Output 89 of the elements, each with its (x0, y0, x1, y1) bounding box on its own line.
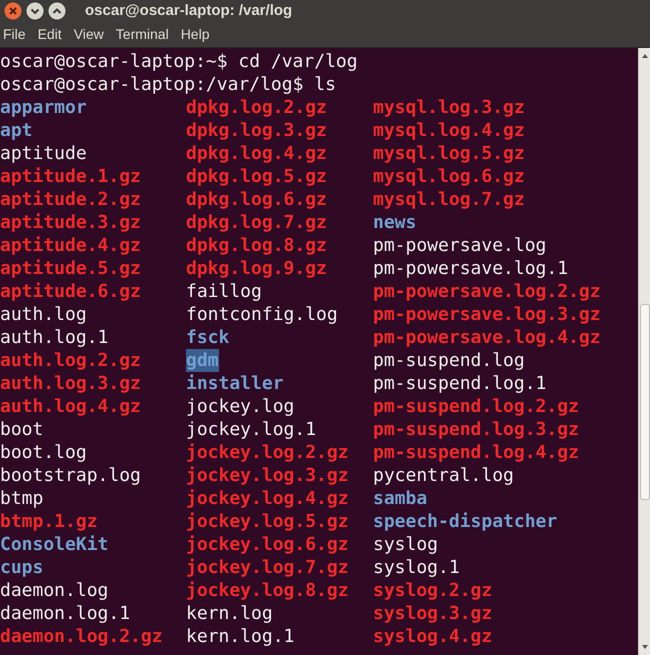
window-title: oscar@oscar-laptop: /var/log (85, 0, 292, 21)
command: cd /var/log (238, 50, 358, 73)
file-name: mysql.log.4.gz (373, 119, 525, 142)
file-name: fontconfig.log (186, 303, 338, 326)
file-name: pm-suspend.log.3.gz (373, 418, 579, 441)
file-name: pm-suspend.log.1 (373, 372, 546, 395)
file-name: dpkg.log.9.gz (186, 257, 327, 280)
file-name: jockey.log.3.gz (186, 464, 349, 487)
menu-item[interactable]: File (3, 24, 26, 45)
file-name: gdm (186, 349, 219, 372)
file-name: boot (0, 418, 44, 441)
file-name: aptitude.3.gz (0, 211, 141, 234)
file-name: auth.log.3.gz (0, 372, 141, 395)
file-name: fsck (186, 326, 230, 349)
file-name: mysql.log.3.gz (373, 96, 525, 119)
file-name: kern.log (186, 602, 273, 625)
file-name: jockey.log.2.gz (186, 441, 349, 464)
file-name: jockey.log.8.gz (186, 579, 349, 602)
scroll-up-icon[interactable] (640, 52, 648, 60)
file-name: dpkg.log.7.gz (186, 211, 327, 234)
file-name: dpkg.log.8.gz (186, 234, 327, 257)
file-name: auth.log (0, 303, 87, 326)
menu-item[interactable]: Edit (38, 24, 62, 45)
file-name: pycentral.log (373, 464, 514, 487)
prompt: oscar@oscar-laptop:~$ (0, 50, 228, 73)
scrollbar[interactable] (638, 48, 650, 655)
file-name: pm-powersave.log.4.gz (373, 326, 601, 349)
file-name: daemon.log.1 (0, 602, 130, 625)
file-name: jockey.log.7.gz (186, 556, 349, 579)
file-name: auth.log.4.gz (0, 395, 141, 418)
file-name: ConsoleKit (0, 533, 108, 556)
file-name: aptitude.6.gz (0, 280, 141, 303)
file-name: apparmor (0, 96, 87, 119)
file-name: jockey.log.4.gz (186, 487, 349, 510)
file-name: cups (0, 556, 44, 579)
close-icon[interactable] (4, 2, 22, 20)
file-name: dpkg.log.2.gz (186, 96, 327, 119)
file-name: btmp.1.gz (0, 510, 98, 533)
scrollbar-thumb[interactable] (640, 304, 650, 500)
file-name: aptitude.2.gz (0, 188, 141, 211)
maximize-icon[interactable] (48, 2, 66, 20)
file-name: btmp (0, 487, 44, 510)
file-name: pm-suspend.log (373, 349, 525, 372)
menu-item[interactable]: View (74, 24, 104, 45)
file-name: auth.log.2.gz (0, 349, 141, 372)
file-name: installer (186, 372, 284, 395)
file-name: mysql.log.6.gz (373, 165, 525, 188)
file-name: aptitude (0, 142, 87, 165)
file-name: aptitude.5.gz (0, 257, 141, 280)
command: ls (314, 73, 336, 96)
file-name: jockey.log.1 (186, 418, 316, 441)
file-name: syslog.4.gz (373, 625, 492, 648)
file-name: dpkg.log.3.gz (186, 119, 327, 142)
menu-item[interactable]: Terminal (116, 24, 169, 45)
file-name: aptitude.1.gz (0, 165, 141, 188)
file-name: dpkg.log.6.gz (186, 188, 327, 211)
file-name: dpkg.log.4.gz (186, 142, 327, 165)
file-name: apt (0, 119, 33, 142)
prompt: oscar@oscar-laptop:/var/log$ (0, 73, 304, 96)
scroll-down-icon[interactable] (640, 643, 648, 651)
file-name: pm-powersave.log (373, 234, 546, 257)
file-name: pm-powersave.log.2.gz (373, 280, 601, 303)
file-name: syslog.3.gz (373, 602, 492, 625)
file-name: mysql.log.5.gz (373, 142, 525, 165)
file-name: speech-dispatcher (373, 510, 558, 533)
menu-item[interactable]: Help (180, 24, 210, 45)
file-name: daemon.log (0, 579, 108, 602)
file-name: pm-suspend.log.4.gz (373, 441, 579, 464)
file-name: syslog.2.gz (373, 579, 492, 602)
file-name: dpkg.log.5.gz (186, 165, 327, 188)
file-name: faillog (186, 280, 262, 303)
file-name: kern.log.1 (186, 625, 294, 648)
file-name: aptitude.4.gz (0, 234, 141, 257)
file-name: pm-suspend.log.2.gz (373, 395, 579, 418)
minimize-icon[interactable] (26, 2, 44, 20)
file-name: pm-powersave.log.1 (373, 257, 568, 280)
file-name: boot.log (0, 441, 87, 464)
file-name: jockey.log (186, 395, 294, 418)
file-name: news (373, 211, 416, 234)
file-name: mysql.log.7.gz (373, 188, 525, 211)
file-name: jockey.log.6.gz (186, 533, 349, 556)
file-name: syslog.1 (373, 556, 460, 579)
file-name: daemon.log.2.gz (0, 625, 163, 648)
file-name: samba (373, 487, 428, 510)
file-name: jockey.log.5.gz (186, 510, 349, 533)
file-name: pm-powersave.log.3.gz (373, 303, 601, 326)
file-name: auth.log.1 (0, 326, 108, 349)
file-name: syslog (373, 533, 438, 556)
file-name: bootstrap.log (0, 464, 141, 487)
